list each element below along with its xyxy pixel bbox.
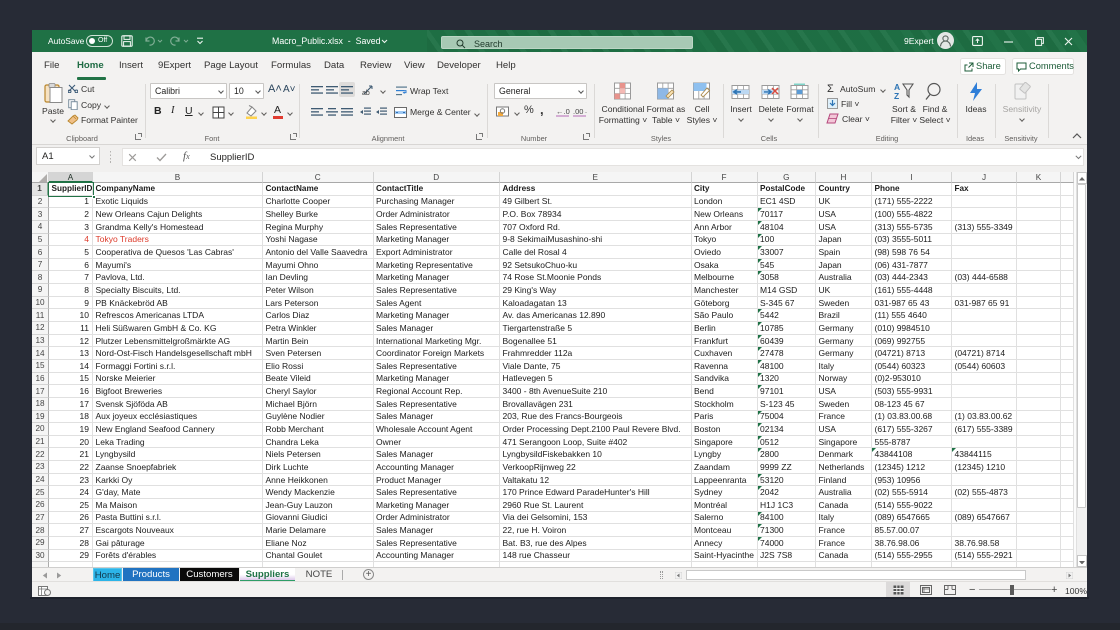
svg-text:ab: ab [362,90,370,96]
svg-text:←.0: ←.0 [556,107,570,116]
svg-text:Z: Z [894,91,899,101]
svg-text:.00→: .00→ [573,107,587,116]
